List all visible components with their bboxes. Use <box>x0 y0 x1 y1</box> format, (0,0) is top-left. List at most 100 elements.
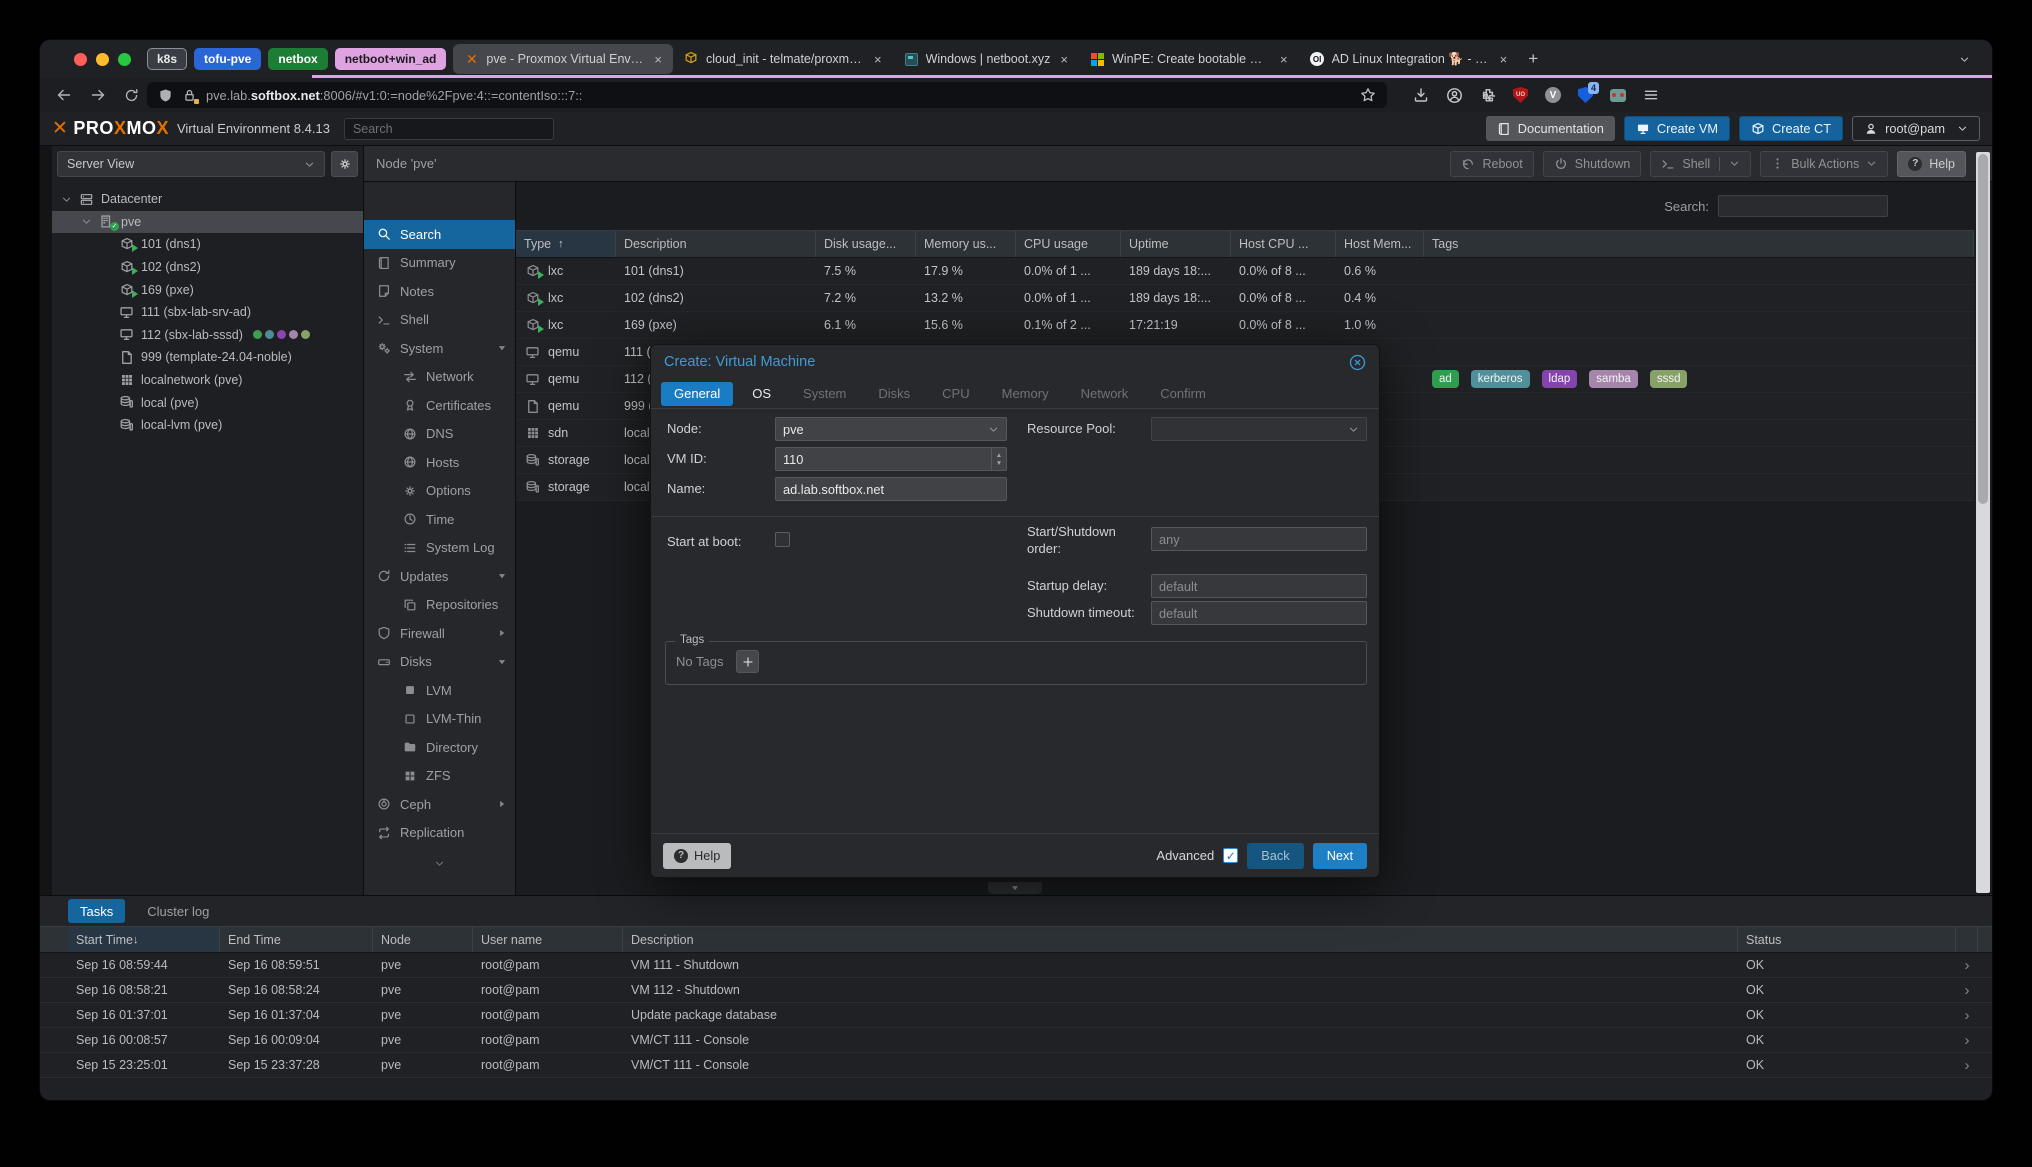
new-tab-button[interactable]: + <box>1528 49 1538 69</box>
extensions-icon[interactable] <box>1480 87 1496 103</box>
tree-item-102[interactable]: 102 (dns2) <box>52 256 363 279</box>
vimium-icon[interactable]: V <box>1545 87 1561 103</box>
bookmark-star-icon[interactable] <box>1360 87 1376 103</box>
browser-tab[interactable]: OIAD Linux Integration 🐕 - Open× <box>1299 44 1519 74</box>
node-select[interactable]: pve <box>775 417 1007 441</box>
browser-tab[interactable]: Windows | netboot.xyz× <box>893 44 1079 74</box>
help-button[interactable]: ?Help <box>1897 151 1966 177</box>
task-expand-icon[interactable]: › <box>1956 1028 1978 1052</box>
downloads-icon[interactable] <box>1413 87 1429 103</box>
tasks-tab-cluster-log[interactable]: Cluster log <box>135 899 221 923</box>
password-manager-icon[interactable]: 4 <box>1578 87 1593 103</box>
task-row[interactable]: Sep 16 00:08:57Sep 16 00:09:04pveroot@pa… <box>40 1028 1992 1053</box>
browser-tab[interactable]: cloud_init - telmate/proxmox - C× <box>673 44 893 74</box>
tasks-column-node[interactable]: Node <box>373 927 473 952</box>
table-row[interactable]: lxc169 (pxe)6.1 %15.6 %0.1% of 2 ...17:2… <box>516 312 1974 339</box>
dialog-tab-os[interactable]: OS <box>739 382 784 406</box>
tab-close-icon[interactable]: × <box>654 52 662 67</box>
tasks-tab-tasks[interactable]: Tasks <box>68 899 125 923</box>
tab-group-tofu-pve[interactable]: tofu-pve <box>194 48 261 70</box>
tracking-shield-icon[interactable] <box>158 88 173 103</box>
nav-item-zfs[interactable]: ZFS <box>364 762 515 791</box>
tab-group-netboot+win_ad[interactable]: netboot+win_ad <box>335 48 447 70</box>
task-row[interactable]: Sep 16 08:58:21Sep 16 08:58:24pveroot@pa… <box>40 978 1992 1003</box>
column-header-memory-us-[interactable]: Memory us... <box>916 231 1016 257</box>
browser-tab[interactable]: ✕pve - Proxmox Virtual Environme× <box>453 44 673 74</box>
task-expand-icon[interactable]: › <box>1956 978 1978 1002</box>
tab-group-netbox[interactable]: netbox <box>268 48 327 70</box>
nav-item-time[interactable]: Time <box>364 505 515 534</box>
tasks-column-start-time[interactable]: Start Time ↓ <box>68 927 220 952</box>
nav-item-hosts[interactable]: Hosts <box>364 448 515 477</box>
tab-close-icon[interactable]: × <box>1500 52 1508 67</box>
nav-item-ceph[interactable]: Ceph <box>364 790 515 819</box>
url-bar[interactable]: pve.lab.softbox.net:8006/#v1:0:=node%2Fp… <box>147 82 1387 108</box>
spinner-icons[interactable]: ▲▼ <box>991 448 1006 470</box>
caret-down-icon[interactable] <box>60 194 72 205</box>
shell-button[interactable]: Shell <box>1650 151 1751 177</box>
start-at-boot-checkbox[interactable] <box>775 532 790 547</box>
column-header-disk-usage-[interactable]: Disk usage... <box>816 231 916 257</box>
order-input[interactable] <box>1151 527 1367 551</box>
tree-item-Datacenter[interactable]: Datacenter <box>52 188 363 211</box>
caret-right-icon[interactable] <box>497 628 507 638</box>
tree-item-111[interactable]: 111 (sbx-lab-srv-ad) <box>52 301 363 324</box>
documentation-button[interactable]: Documentation <box>1486 116 1615 141</box>
tasks-column-end-time[interactable]: End Time <box>220 927 373 952</box>
tree-item-pve[interactable]: ✓pve <box>52 211 363 234</box>
caret-down-icon[interactable] <box>497 657 507 667</box>
tasks-column-user-name[interactable]: User name <box>473 927 623 952</box>
add-tag-button[interactable] <box>736 650 759 673</box>
scrollbar-thumb[interactable] <box>1978 154 1988 504</box>
browser-tab[interactable]: WinPE: Create bootable media |× <box>1079 44 1299 74</box>
nav-item-network[interactable]: Network <box>364 363 515 392</box>
global-search-input[interactable] <box>344 118 554 140</box>
caret-right-icon[interactable] <box>497 799 507 809</box>
timeout-input[interactable] <box>1151 601 1367 625</box>
nav-item-replication[interactable]: Replication <box>364 819 515 848</box>
content-scrollbar[interactable] <box>1976 152 1990 893</box>
table-search-input[interactable] <box>1718 195 1888 217</box>
nav-item-lvm-thin[interactable]: LVM-Thin <box>364 705 515 734</box>
vmid-input[interactable]: ▲▼ <box>775 447 1007 471</box>
column-header-description[interactable]: Description <box>616 231 816 257</box>
minimize-window-button[interactable] <box>96 53 109 66</box>
advanced-checkbox[interactable]: ✓ <box>1223 848 1238 863</box>
nav-item-lvm[interactable]: LVM <box>364 676 515 705</box>
caret-down-icon[interactable] <box>80 216 92 227</box>
column-header-tags[interactable]: Tags <box>1424 231 1974 257</box>
delay-input[interactable] <box>1151 574 1367 598</box>
menu-icon[interactable] <box>1643 87 1659 103</box>
column-header-cpu-usage[interactable]: CPU usage <box>1016 231 1121 257</box>
account-icon[interactable] <box>1446 87 1463 104</box>
ublock-icon[interactable]: UO <box>1513 87 1528 103</box>
nav-item-options[interactable]: Options <box>364 477 515 506</box>
reboot-button[interactable]: Reboot <box>1450 151 1533 177</box>
tree-item-169[interactable]: 169 (pxe) <box>52 278 363 301</box>
table-row[interactable]: lxc102 (dns2)7.2 %13.2 %0.0% of 1 ...189… <box>516 285 1974 312</box>
nav-item-system[interactable]: System <box>364 334 515 363</box>
panel-collapse-handle[interactable] <box>988 882 1042 894</box>
caret-down-icon[interactable] <box>497 343 507 353</box>
close-window-button[interactable] <box>74 53 87 66</box>
nav-item-summary[interactable]: Summary <box>364 249 515 278</box>
tree-item-101[interactable]: 101 (dns1) <box>52 233 363 256</box>
caret-down-icon[interactable] <box>497 571 507 581</box>
nav-item-updates[interactable]: Updates <box>364 562 515 591</box>
robot-extension-icon[interactable] <box>1610 89 1626 102</box>
table-row[interactable]: lxc101 (dns1)7.5 %17.9 %0.0% of 1 ...189… <box>516 258 1974 285</box>
tasks-column-status[interactable]: Status <box>1738 927 1956 952</box>
tab-group-k8s[interactable]: k8s <box>147 48 187 70</box>
nav-item-repositories[interactable]: Repositories <box>364 591 515 620</box>
bulk-actions-button[interactable]: Bulk Actions <box>1760 151 1888 177</box>
task-row[interactable]: Sep 15 23:25:01Sep 15 23:37:28pveroot@pa… <box>40 1053 1992 1078</box>
nav-item-firewall[interactable]: Firewall <box>364 619 515 648</box>
user-menu-button[interactable]: root@pam <box>1852 116 1980 141</box>
task-expand-icon[interactable]: › <box>1956 1053 1978 1077</box>
tab-close-icon[interactable]: × <box>874 52 882 67</box>
nav-item-certificates[interactable]: Certificates <box>364 391 515 420</box>
dialog-close-icon[interactable] <box>1349 354 1366 371</box>
column-header-host-mem-[interactable]: Host Mem... <box>1336 231 1424 257</box>
nav-item-dns[interactable]: DNS <box>364 420 515 449</box>
column-header-uptime[interactable]: Uptime <box>1121 231 1231 257</box>
